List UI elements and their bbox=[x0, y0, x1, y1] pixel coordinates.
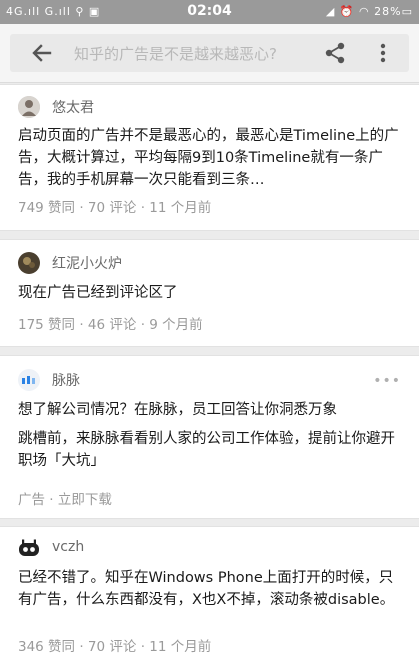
avatar[interactable] bbox=[18, 538, 40, 560]
share-button[interactable] bbox=[322, 40, 348, 66]
ad-card[interactable]: 脉脉 ••• 想了解公司情况？在脉脉，员工回答让你洞悉万象 跳槽前，来脉脉看看别… bbox=[0, 355, 419, 519]
advertiser-name[interactable]: 脉脉 bbox=[52, 370, 80, 390]
search-query[interactable]: 知乎的广告是不是越来越恶心? bbox=[74, 43, 277, 64]
more-options-button[interactable] bbox=[370, 40, 396, 66]
more-vertical-icon bbox=[380, 43, 386, 63]
ad-meta[interactable]: 广告 · 立即下载 bbox=[18, 488, 112, 508]
arrow-left-icon bbox=[32, 44, 52, 62]
user-avatar-icon bbox=[18, 252, 40, 274]
avatar[interactable] bbox=[18, 96, 40, 118]
maimai-logo-icon bbox=[18, 369, 40, 391]
system-indicators: ◢ ⏰ ◠ 28%▭ bbox=[325, 5, 413, 18]
top-bar: 知乎的广告是不是越来越恶心? bbox=[0, 24, 419, 83]
author-name[interactable]: 红泥小火炉 bbox=[52, 253, 122, 273]
answer-excerpt[interactable]: 启动页面的广告并不是最恶心的，最恶心是Timeline上的广告，大概计算过，平均… bbox=[18, 125, 403, 191]
answer-excerpt[interactable]: 已经不错了。知乎在Windows Phone上面打开的时候，只有广告，什么东西都… bbox=[18, 567, 403, 611]
author-name[interactable]: 悠太君 bbox=[52, 97, 94, 117]
answer-meta: 749 赞同 · 70 评论 · 11 个月前 bbox=[18, 200, 212, 216]
ad-more-button[interactable]: ••• bbox=[373, 373, 401, 389]
avatar bbox=[18, 369, 40, 391]
answer-card[interactable]: 悠太君 启动页面的广告并不是最恶心的，最恶心是Timeline上的广告，大概计算… bbox=[0, 84, 419, 231]
answer-card[interactable]: 红泥小火炉 现在广告已经到评论区了 175 赞同 · 46 评论 · 9 个月前 bbox=[0, 239, 419, 347]
avatar[interactable] bbox=[18, 252, 40, 274]
answer-meta: 346 赞同 · 70 评论 · 11 个月前 bbox=[18, 639, 212, 655]
back-button[interactable] bbox=[28, 39, 56, 67]
search-box[interactable]: 知乎的广告是不是越来越恶心? bbox=[10, 34, 409, 72]
answer-meta: 175 赞同 · 46 评论 · 9 个月前 bbox=[18, 317, 203, 333]
author-name[interactable]: vczh bbox=[52, 539, 84, 555]
ad-text[interactable]: 想了解公司情况？在脉脉，员工回答让你洞悉万象 bbox=[18, 399, 403, 421]
answer-excerpt[interactable]: 现在广告已经到评论区了 bbox=[18, 282, 403, 304]
ad-text[interactable]: 跳槽前，来脉脉看看别人家的公司工作体验，提前让你避开职场「大坑」 bbox=[18, 428, 403, 472]
share-icon bbox=[325, 42, 345, 64]
answer-card[interactable]: vczh 已经不错了。知乎在Windows Phone上面打开的时候，只有广告，… bbox=[0, 526, 419, 657]
status-bar: 4G.ıll G.ıll ⚲ ▣ 02:04 ◢ ⏰ ◠ 28%▭ bbox=[0, 0, 419, 24]
user-avatar-icon bbox=[19, 539, 39, 556]
user-avatar-icon bbox=[18, 96, 40, 118]
